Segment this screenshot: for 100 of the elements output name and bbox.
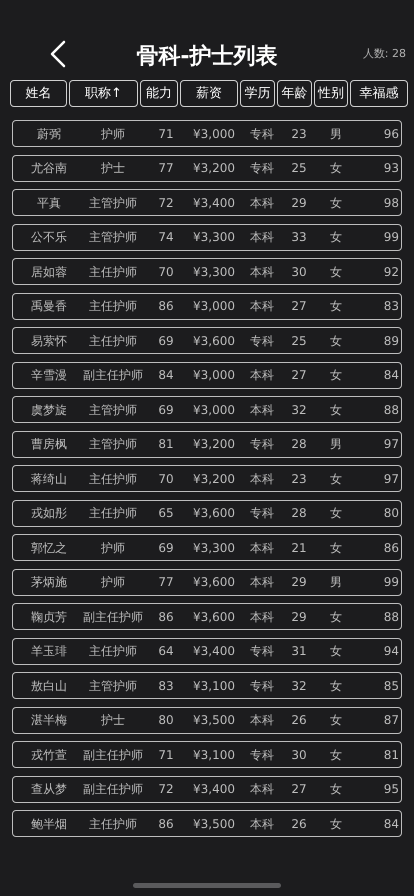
table-row[interactable]: 曹房枫 主管护师 81 ¥3,200 专科 28 男 97 xyxy=(12,430,402,458)
happiness-cell-text: 92 xyxy=(382,264,399,280)
title-cell-text: 主管护师 xyxy=(88,194,138,212)
education-cell-text: 本科 xyxy=(249,574,275,591)
table-row[interactable]: 羊玉琲 主任护师 64 ¥3,400 专科 31 女 94 xyxy=(12,638,402,664)
gender-cell-text: 男 xyxy=(329,574,343,591)
happiness-cell-text: 84 xyxy=(382,367,399,384)
title-cell-text: 护师 xyxy=(100,574,126,591)
happiness-cell-text: 93 xyxy=(382,160,399,177)
salary-cell-text: ¥3,000 xyxy=(192,402,236,418)
ability-cell-text: 86 xyxy=(157,298,175,315)
column-header[interactable]: 职称↑ xyxy=(69,80,138,107)
salary-cell-text: ¥3,600 xyxy=(192,505,236,522)
gender-cell-text: 女 xyxy=(329,194,343,212)
title-cell-text: 主任护师 xyxy=(88,298,138,315)
column-header[interactable]: 薪资 xyxy=(180,80,238,107)
salary-cell-text: ¥3,500 xyxy=(192,816,236,832)
salary-cell-text: ¥3,400 xyxy=(192,781,236,798)
table-row[interactable]: 禹曼香 主任护师 86 ¥3,000 本科 27 女 83 xyxy=(12,292,402,320)
table-row[interactable]: 鞠贞芳 副主任护师 86 ¥3,600 本科 29 女 88 xyxy=(12,603,402,630)
title-cell-text: 主管护师 xyxy=(88,436,138,453)
name-cell-text: 蒋绮山 xyxy=(30,470,68,488)
education-cell-text: 本科 xyxy=(249,470,275,488)
ability-cell-text: 86 xyxy=(157,816,175,832)
age-cell-text: 25 xyxy=(290,332,308,350)
education-cell-text: 专科 xyxy=(249,332,275,350)
table-row[interactable]: 虞梦旋 主管护师 69 ¥3,000 本科 32 女 88 xyxy=(12,396,402,423)
happiness-cell-text: 97 xyxy=(382,470,399,488)
table-row[interactable]: 戎如彤 主任护师 65 ¥3,600 专科 28 女 80 xyxy=(12,500,402,526)
age-cell-text: 27 xyxy=(290,781,308,798)
table-row[interactable]: 郭忆之 护师 69 ¥3,300 本科 21 女 86 xyxy=(12,534,402,561)
column-header[interactable]: 性别 xyxy=(314,80,348,107)
salary-cell-text: ¥3,000 xyxy=(192,298,236,315)
happiness-cell-text: 99 xyxy=(382,574,399,591)
title-cell-text: 护士 xyxy=(100,160,126,177)
page-title: 骨科-护士列表 xyxy=(136,46,278,68)
title-cell-text: 主任护师 xyxy=(88,643,138,660)
name-cell-text: 曹房枫 xyxy=(30,436,68,453)
table-row[interactable]: 敖白山 主管护师 83 ¥3,100 专科 32 女 85 xyxy=(12,672,402,699)
ability-cell-text: 77 xyxy=(157,574,175,591)
age-cell-text: 31 xyxy=(290,643,308,660)
age-cell-text: 30 xyxy=(290,746,308,764)
name-cell-text: 尤谷南 xyxy=(30,160,68,177)
education-cell-text: 本科 xyxy=(249,816,275,832)
table-row[interactable]: 易萦怀 主任护师 69 ¥3,600 专科 25 女 89 xyxy=(12,327,402,354)
age-cell-text: 29 xyxy=(290,608,308,626)
ability-cell-text: 69 xyxy=(157,402,175,418)
title-cell-text: 主任护师 xyxy=(88,264,138,280)
salary-cell-text: ¥3,200 xyxy=(192,436,236,453)
table-row[interactable]: 居如蓉 主任护师 70 ¥3,300 本科 30 女 92 xyxy=(12,258,402,285)
happiness-cell-text: 83 xyxy=(382,298,399,315)
happiness-cell-text: 96 xyxy=(382,126,399,142)
table-row[interactable]: 蔚弼 护师 71 ¥3,000 专科 23 男 96 xyxy=(12,120,402,147)
education-cell-text: 专科 xyxy=(249,505,275,522)
column-header[interactable]: 年龄 xyxy=(277,80,312,107)
name-cell-text: 鞠贞芳 xyxy=(30,608,68,626)
ability-cell-text: 84 xyxy=(157,367,175,384)
table-row[interactable]: 查从梦 副主任护师 72 ¥3,400 本科 27 女 95 xyxy=(12,776,402,802)
age-cell-text: 28 xyxy=(290,436,308,453)
table-row[interactable]: 平真 主管护师 72 ¥3,400 本科 29 女 98 xyxy=(12,189,402,216)
table-row[interactable]: 尤谷南 护士 77 ¥3,200 专科 25 女 93 xyxy=(12,154,402,182)
age-cell-text: 29 xyxy=(290,194,308,212)
table-row[interactable]: 蒋绮山 主任护师 70 ¥3,200 本科 23 女 97 xyxy=(12,465,402,492)
column-header[interactable]: 幸福感 xyxy=(350,80,408,107)
table-row[interactable]: 戎竹萱 副主任护师 71 ¥3,100 专科 30 女 81 xyxy=(12,741,402,768)
salary-cell-text: ¥3,400 xyxy=(192,194,236,212)
column-header[interactable]: 学历 xyxy=(240,80,275,107)
table-row[interactable]: 鲍半烟 主任护师 86 ¥3,500 本科 26 女 84 xyxy=(12,810,402,837)
ability-cell-text: 72 xyxy=(157,194,175,212)
table-row[interactable]: 湛半梅 护士 80 ¥3,500 本科 26 女 87 xyxy=(12,706,402,734)
salary-cell-text: ¥3,200 xyxy=(192,470,236,488)
gender-cell-text: 女 xyxy=(329,746,343,764)
column-header[interactable]: 能力 xyxy=(140,80,178,107)
age-cell-text: 25 xyxy=(290,160,308,177)
ability-cell-text: 70 xyxy=(157,264,175,280)
happiness-cell-text: 80 xyxy=(382,505,399,522)
education-cell-text: 本科 xyxy=(249,608,275,626)
age-cell-text: 26 xyxy=(290,816,308,832)
name-cell-text: 敖白山 xyxy=(30,678,68,694)
table-row[interactable]: 公不乐 主管护师 74 ¥3,300 本科 33 女 99 xyxy=(12,224,402,250)
gender-cell-text: 女 xyxy=(329,781,343,798)
name-cell-text: 禹曼香 xyxy=(30,298,68,315)
happiness-cell-text: 88 xyxy=(382,402,399,418)
title-cell-text: 主任护师 xyxy=(88,332,138,350)
gender-cell-text: 女 xyxy=(329,608,343,626)
age-cell-text: 23 xyxy=(290,470,308,488)
table-row[interactable]: 辛雪漫 副主任护师 84 ¥3,000 本科 27 女 84 xyxy=(12,362,402,388)
gender-cell-text: 女 xyxy=(329,298,343,315)
table-row[interactable]: 茅炳施 护师 77 ¥3,600 本科 29 男 99 xyxy=(12,568,402,596)
name-cell-text: 戎竹萱 xyxy=(30,746,68,764)
ability-cell-text: 71 xyxy=(157,746,175,764)
title-cell-text: 主任护师 xyxy=(88,470,138,488)
gender-cell-text: 女 xyxy=(329,367,343,384)
title-cell-text: 主管护师 xyxy=(88,402,138,418)
education-cell-text: 本科 xyxy=(249,229,275,246)
salary-cell-text: ¥3,600 xyxy=(192,608,236,626)
name-cell-text: 居如蓉 xyxy=(30,264,68,280)
column-header[interactable]: 姓名 xyxy=(10,80,67,107)
happiness-cell-text: 89 xyxy=(382,332,399,350)
back-icon[interactable] xyxy=(50,40,66,68)
